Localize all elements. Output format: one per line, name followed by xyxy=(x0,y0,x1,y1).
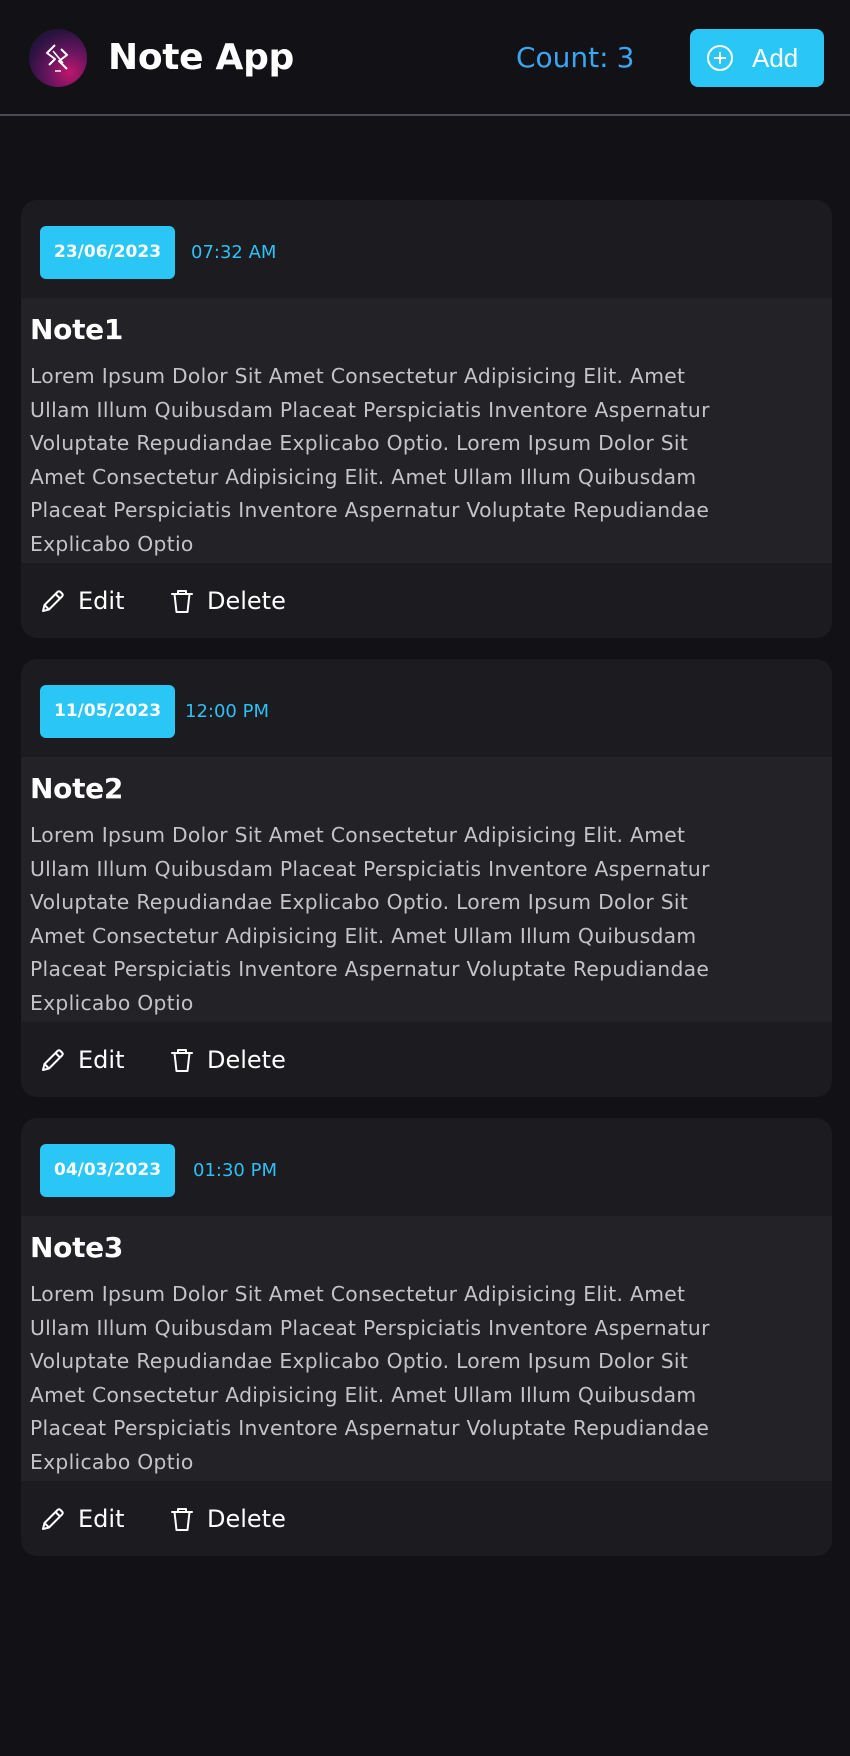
pencil-icon xyxy=(38,1504,68,1534)
pencil-icon xyxy=(38,586,68,616)
edit-button[interactable]: Edit xyxy=(38,1481,124,1556)
note-card: 11/05/2023 12:00 PM Note2 Lorem Ipsum Do… xyxy=(21,659,832,1097)
add-note-button[interactable]: Add xyxy=(690,29,824,87)
app-title: Note App xyxy=(108,37,295,78)
time-label: 12:00 PM xyxy=(185,701,269,722)
delete-button[interactable]: Delete xyxy=(167,1481,286,1556)
note-body: Note1 Lorem Ipsum Dolor Sit Amet Consect… xyxy=(21,298,832,563)
notes-list: 23/06/2023 07:32 AM Note1 Lorem Ipsum Do… xyxy=(21,200,832,1577)
time-label: 01:30 PM xyxy=(193,1160,277,1181)
date-badge: 04/03/2023 xyxy=(40,1144,176,1197)
note-card: 23/06/2023 07:32 AM Note1 Lorem Ipsum Do… xyxy=(21,200,832,638)
note-body: Note3 Lorem Ipsum Dolor Sit Amet Consect… xyxy=(21,1216,832,1481)
edit-label: Edit xyxy=(78,586,125,615)
edit-button[interactable]: Edit xyxy=(38,563,124,638)
plus-circle-icon xyxy=(706,44,734,72)
note-title: Note1 xyxy=(30,313,124,346)
app-header: Note App Count: 3 Add xyxy=(0,0,850,116)
note-actions: Edit Delete xyxy=(21,563,832,638)
delete-label: Delete xyxy=(207,1504,286,1533)
date-badge: 11/05/2023 xyxy=(40,685,176,738)
delete-label: Delete xyxy=(207,586,286,615)
count-label: Count: xyxy=(516,41,609,74)
add-button-label: Add xyxy=(752,42,799,73)
count-value: 3 xyxy=(616,41,635,74)
delete-button[interactable]: Delete xyxy=(167,1022,286,1097)
delete-button[interactable]: Delete xyxy=(167,563,286,638)
trash-icon xyxy=(167,1504,197,1534)
note-card: 04/03/2023 01:30 PM Note3 Lorem Ipsum Do… xyxy=(21,1118,832,1556)
note-count: Count: 3 xyxy=(516,38,634,78)
note-text: Lorem Ipsum Dolor Sit Amet Consectetur A… xyxy=(30,823,710,1015)
edit-label: Edit xyxy=(78,1504,125,1533)
note-actions: Edit Delete xyxy=(21,1022,832,1097)
note-meta: 04/03/2023 01:30 PM xyxy=(21,1118,832,1216)
trash-icon xyxy=(167,1045,197,1075)
date-badge: 23/06/2023 xyxy=(40,226,176,279)
note-text: Lorem Ipsum Dolor Sit Amet Consectetur A… xyxy=(30,1282,710,1474)
note-title: Note3 xyxy=(30,1231,124,1264)
note-actions: Edit Delete xyxy=(21,1481,832,1556)
pencil-icon xyxy=(38,1045,68,1075)
trash-icon xyxy=(167,586,197,616)
edit-label: Edit xyxy=(78,1045,125,1074)
edit-button[interactable]: Edit xyxy=(38,1022,124,1097)
delete-label: Delete xyxy=(207,1045,286,1074)
time-label: 07:32 AM xyxy=(191,242,277,263)
note-title: Note2 xyxy=(30,772,124,805)
app-logo-icon xyxy=(29,29,87,87)
note-text: Lorem Ipsum Dolor Sit Amet Consectetur A… xyxy=(30,364,710,556)
note-meta: 23/06/2023 07:32 AM xyxy=(21,200,832,298)
note-meta: 11/05/2023 12:00 PM xyxy=(21,659,832,757)
note-body: Note2 Lorem Ipsum Dolor Sit Amet Consect… xyxy=(21,757,832,1022)
